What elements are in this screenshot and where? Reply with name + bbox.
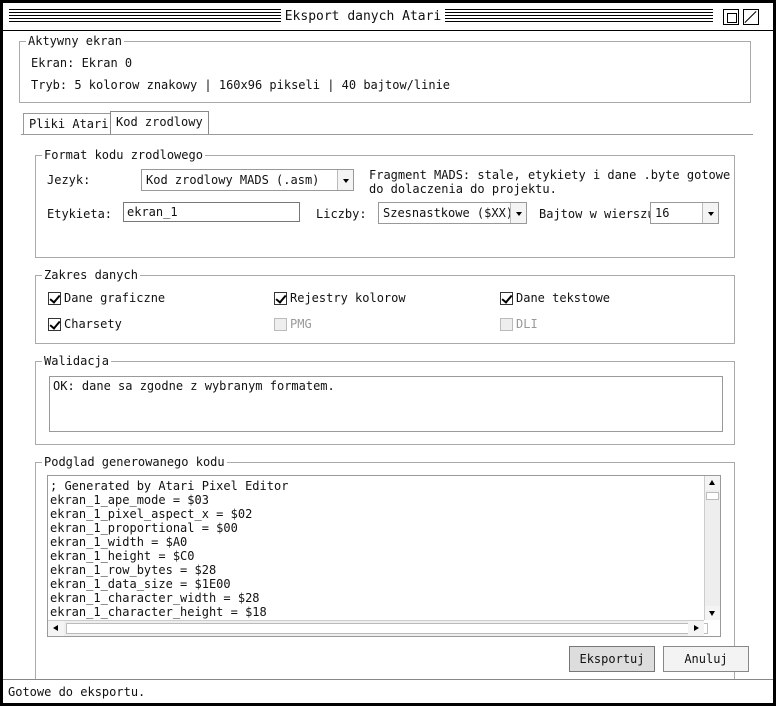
language-label: Jezyk: — [47, 173, 91, 187]
code-preview-legend: Podglad generowanego kodu — [42, 455, 227, 469]
checkbox-label: Dane graficzne — [64, 291, 166, 305]
code-line: ekran_1_height = $C0 — [50, 549, 195, 563]
code-line: ekran_1_proportional = $00 — [50, 521, 238, 535]
window-title: Eksport danych Atari — [281, 8, 445, 26]
format-legend: Format kodu zrodlowego — [42, 148, 205, 162]
status-text: Gotowe do eksportu. — [8, 685, 146, 699]
screen-mode-text: Tryb: 5 kolorow znakowy | 160x96 pikseli… — [31, 78, 451, 92]
checkbox-box[interactable] — [48, 291, 61, 305]
scroll-right-icon[interactable] — [688, 621, 704, 636]
checkbox-dane-graficzne[interactable]: Dane graficzne — [48, 291, 165, 305]
scroll-down-icon[interactable] — [705, 606, 720, 620]
export-button[interactable]: Eksportuj — [569, 646, 655, 672]
checkbox-rejestry-kolorow[interactable]: Rejestry kolorow — [274, 291, 406, 305]
language-select-value: Kod zrodlowy MADS (.asm) — [146, 173, 320, 187]
title-stripes-left — [9, 9, 281, 23]
language-select[interactable]: Kod zrodlowy MADS (.asm) — [141, 169, 354, 191]
checkbox-dli: DLI — [500, 317, 538, 331]
checkbox-charsety[interactable]: Charsety — [48, 317, 122, 331]
code-line: ekran_1_character_width = $28 — [50, 591, 260, 605]
numbers-select-value: Szesnastkowe ($XX) — [383, 206, 514, 220]
checkbox-pmg: PMG — [274, 317, 312, 331]
code-line: ekran_1_pixel_aspect_x = $02 — [50, 507, 253, 521]
active-screen-legend: Aktywny ekran — [26, 34, 124, 48]
code-line: ; Generated by Atari Pixel Editor — [50, 479, 289, 493]
checkbox-dane-tekstowe[interactable]: Dane tekstowe — [500, 291, 610, 305]
checkbox-box[interactable] — [48, 317, 61, 331]
scroll-up-icon[interactable] — [705, 476, 720, 490]
code-line: ekran_1_row_bytes = $28 — [50, 563, 217, 577]
bytes-per-row-value: 16 — [655, 206, 670, 220]
code-line: ekran_1_data_size = $1E00 — [50, 577, 231, 591]
checkbox-label: Charsety — [64, 317, 122, 331]
screen-name-text: Ekran: Ekran 0 — [31, 56, 133, 70]
vertical-scrollbar[interactable] — [704, 476, 720, 620]
label-input[interactable]: ekran_1 — [123, 202, 300, 222]
checkbox-label: PMG — [290, 317, 312, 331]
horizontal-scrollbar[interactable] — [48, 620, 708, 636]
title-bar[interactable]: Eksport danych Atari — [3, 3, 773, 31]
checkbox-box — [274, 317, 287, 331]
dialog-frame: Eksport danych Atari Aktywny ekran Ekran… — [2, 2, 774, 704]
scroll-thumb[interactable] — [66, 623, 708, 634]
cancel-button[interactable]: Anuluj — [663, 646, 749, 672]
numbers-select[interactable]: Szesnastkowe ($XX) — [378, 202, 527, 224]
validation-message: OK: dane sa zgodne z wybranym formatem. — [49, 376, 723, 432]
checkbox-label: Rejestry kolorow — [290, 291, 406, 305]
maximize-button[interactable] — [723, 9, 739, 25]
tab-pliki-atari[interactable]: Pliki Atari — [23, 113, 115, 135]
numbers-label: Liczby: — [316, 207, 367, 221]
format-description-line-2: do dolaczenia do projektu. — [369, 182, 557, 196]
chevron-down-icon[interactable] — [702, 203, 718, 223]
scroll-thumb[interactable] — [706, 492, 719, 500]
tab-kod-zrodlowy[interactable]: Kod zrodlowy — [110, 111, 209, 135]
active-screen-group: Aktywny ekran Ekran: Ekran 0 Tryb: 5 kol… — [19, 34, 751, 103]
bytes-per-row-select[interactable]: 16 — [650, 202, 719, 224]
format-description-line-1: Fragment MADS: stale, etykiety i dane .b… — [369, 168, 731, 182]
bytes-per-row-label: Bajtow w wierszu — [539, 207, 655, 221]
checkbox-box[interactable] — [274, 291, 287, 305]
chevron-down-icon[interactable] — [510, 203, 526, 223]
checkbox-box — [500, 317, 513, 331]
scroll-left-icon[interactable] — [48, 621, 64, 636]
validation-legend: Walidacja — [42, 354, 112, 368]
format-group: Format kodu zrodlowego Jezyk: Kod zrodlo… — [35, 148, 735, 258]
title-stripes-right — [445, 9, 713, 23]
data-range-group: Zakres danych Dane graficzne Rejestry ko… — [35, 268, 735, 344]
code-lines: ; Generated by Atari Pixel Editor ekran_1… — [50, 479, 288, 619]
checkbox-label: Dane tekstowe — [516, 291, 610, 305]
code-line: ekran_1_width = $A0 — [50, 535, 188, 549]
chevron-down-icon[interactable] — [337, 170, 353, 190]
status-bar: Gotowe do eksportu. — [3, 679, 773, 703]
data-range-legend: Zakres danych — [42, 268, 140, 282]
code-preview-textarea[interactable]: ; Generated by Atari Pixel Editor ekran_1… — [47, 475, 721, 637]
code-line: ekran_1_ape_mode = $03 — [50, 493, 209, 507]
resize-button[interactable] — [743, 9, 759, 25]
code-line: ekran_1_character_height = $18 — [50, 605, 267, 619]
export-dialog: Eksport danych Atari Aktywny ekran Ekran… — [0, 0, 776, 706]
checkbox-box[interactable] — [500, 291, 513, 305]
label-label: Etykieta: — [47, 207, 113, 221]
checkbox-label: DLI — [516, 317, 538, 331]
validation-group: Walidacja OK: dane sa zgodne z wybranym … — [35, 354, 735, 445]
